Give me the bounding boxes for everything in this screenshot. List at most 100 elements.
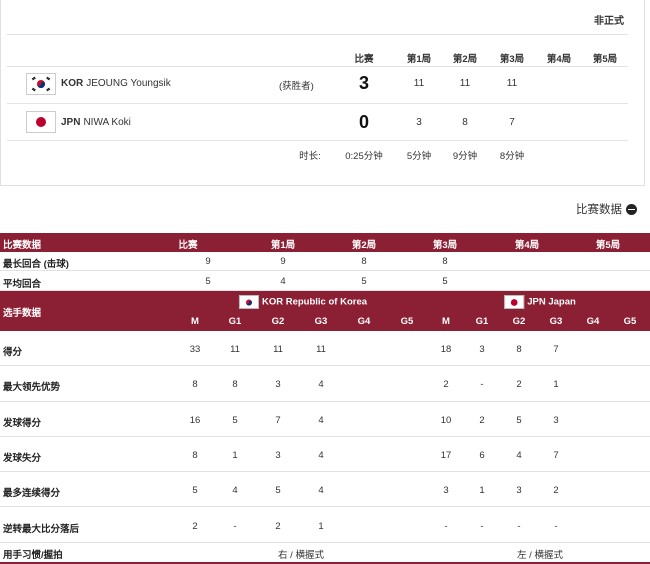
japan-flag-icon <box>26 111 56 133</box>
cell: 4 <box>280 276 286 287</box>
korea-flag-icon <box>238 295 259 309</box>
col-header: G3 <box>549 316 563 327</box>
cell: 1 <box>553 379 559 391</box>
col-header-g4: 第4局 <box>514 240 540 251</box>
cell: 右 / 横握式 <box>278 550 324 561</box>
cell: 11 <box>230 344 240 355</box>
cell: 8 <box>192 449 198 461</box>
cell: - <box>480 520 484 532</box>
winner-label: (获胜者) <box>279 81 314 92</box>
cell: 8 <box>361 256 367 267</box>
table-row: 发球得分 16 5 7 4 10 2 5 3 <box>0 402 650 437</box>
row-label: 逆转最大比分落后 <box>3 523 80 535</box>
col-header-g2: 第2局 <box>452 54 478 65</box>
cell: - <box>444 520 448 532</box>
row-label: 最长回合 (击球) <box>3 259 69 270</box>
player-stats-title: 选手数据 <box>3 308 42 319</box>
row-label: 最大领先优势 <box>3 382 61 394</box>
player-row-jpn: JPN NIWA Koki 0 3 8 7 <box>21 106 631 140</box>
cell: 1 <box>479 485 485 497</box>
cell: - <box>554 520 558 532</box>
col-header: M <box>442 316 450 327</box>
cell: 5 <box>516 414 522 426</box>
table-row: 得分 33 11 11 11 18 3 8 7 <box>0 331 650 367</box>
col-header-g2: 第2局 <box>351 240 377 251</box>
match-score: 0 <box>358 112 370 132</box>
col-header: G4 <box>586 316 600 327</box>
team-kor-header: KOR Republic of Korea <box>238 295 367 309</box>
col-header: G1 <box>475 316 489 327</box>
table-row: 逆转最大比分落后 2 - 2 1 - - - - <box>0 508 650 543</box>
collapse-minus-icon[interactable] <box>626 203 637 215</box>
cell: 18 <box>440 344 452 355</box>
cell: 33 <box>189 344 201 355</box>
cell: 3 <box>479 344 485 355</box>
game-score: 7 <box>509 117 515 128</box>
cell: 8 <box>232 379 238 391</box>
col-header-g3: 第3局 <box>499 54 525 65</box>
divider <box>7 34 628 35</box>
table-row-hand: 用手习惯/握拍 右 / 横握式 左 / 横握式 <box>0 543 650 562</box>
duration-g1: 5分钟 <box>406 151 432 162</box>
cell: 2 <box>275 520 281 532</box>
japan-flag-icon <box>504 295 525 309</box>
cell: 3 <box>275 449 281 461</box>
cell: 1 <box>232 449 238 461</box>
cell: - <box>480 379 484 391</box>
game-score: 11 <box>506 78 518 89</box>
cell: - <box>233 520 237 532</box>
col-header-g3: 第3局 <box>432 240 458 251</box>
team-jpn-header: JPN Japan <box>504 295 576 309</box>
col-header-match: 比赛 <box>178 240 198 251</box>
col-header: G4 <box>357 316 371 327</box>
cell: 7 <box>553 344 559 355</box>
col-header: M <box>191 316 199 327</box>
cell: 5 <box>232 414 238 426</box>
player-name[interactable]: JPN NIWA Koki <box>61 117 131 128</box>
col-header-g5: 第5局 <box>595 240 621 251</box>
cell: 5 <box>205 276 211 287</box>
cell: 4 <box>516 449 522 461</box>
cell: 8 <box>516 344 522 355</box>
cell: 17 <box>440 449 452 461</box>
col-header-g1: 第1局 <box>406 54 432 65</box>
cell: 11 <box>273 344 283 355</box>
match-stats-title: 比赛数据 <box>3 240 42 251</box>
col-header: G3 <box>314 316 328 327</box>
cell: 5 <box>361 276 367 287</box>
cell: 5 <box>442 276 448 287</box>
cell: 3 <box>553 414 559 426</box>
col-header: G2 <box>271 316 285 327</box>
col-header-g4: 第4局 <box>546 54 572 65</box>
col-header: G1 <box>228 316 242 327</box>
row-label: 平均回合 <box>3 279 42 290</box>
cell: 5 <box>192 485 198 497</box>
cell: 4 <box>318 414 324 426</box>
player-stats-header: 选手数据 KOR Republic of Korea JPN Japan M G… <box>0 291 650 331</box>
cell: 左 / 横握式 <box>517 550 563 561</box>
row-label: 得分 <box>3 347 23 358</box>
duration-label: 时长: <box>299 151 321 162</box>
status-badge: 非正式 <box>594 16 624 27</box>
match-score: 3 <box>358 73 370 93</box>
player-name[interactable]: KOR JEOUNG Youngsik <box>61 78 171 89</box>
game-score: 3 <box>416 117 422 128</box>
table-row: 最大领先优势 8 8 3 4 2 - 2 1 <box>0 366 650 402</box>
match-stats-toggle[interactable]: 比赛数据 <box>576 201 637 217</box>
cell: 2 <box>479 414 485 426</box>
cell: 8 <box>192 379 198 391</box>
match-stats-header: 比赛数据 比赛 第1局 第2局 第3局 第4局 第5局 <box>0 233 650 252</box>
cell: 7 <box>553 449 559 461</box>
game-score: 11 <box>413 78 425 89</box>
cell: 1 <box>318 520 324 532</box>
cell: 5 <box>275 485 281 497</box>
cell: 2 <box>516 379 522 391</box>
cell: 9 <box>205 256 211 267</box>
duration-match: 0:25分钟 <box>345 151 383 162</box>
divider <box>7 140 628 141</box>
row-label: 最多连续得分 <box>3 488 61 500</box>
table-row: 平均回合 5 4 5 5 <box>0 271 650 291</box>
game-score: 11 <box>459 78 471 89</box>
col-header: G2 <box>512 316 526 327</box>
cell: 3 <box>516 485 522 497</box>
